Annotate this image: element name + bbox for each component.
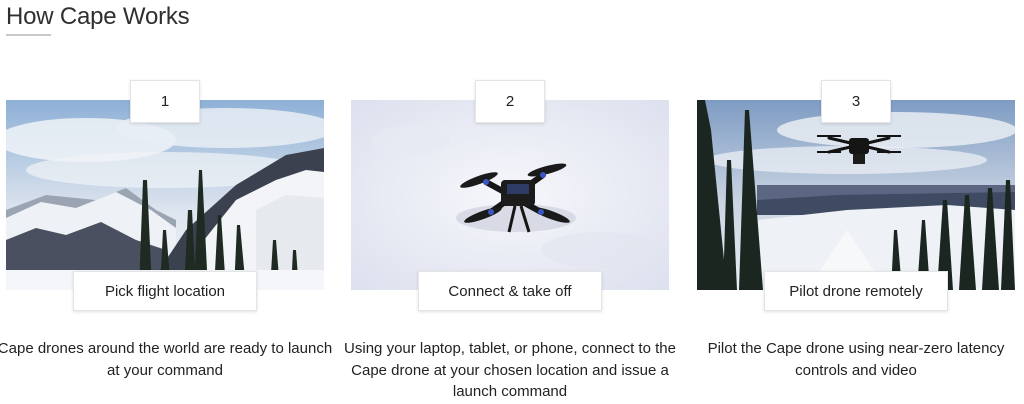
step-description-2: Using your laptop, tablet, or phone, con… bbox=[344, 340, 676, 400]
step-card-2: 2 Connect & take off Using your laptop, … bbox=[344, 80, 676, 404]
step-number-3: 3 bbox=[821, 80, 891, 123]
mountain-photo bbox=[6, 100, 324, 290]
step-card-1: 1 Pick flight location Cape drones aroun… bbox=[0, 80, 332, 404]
drone-on-snow-photo bbox=[351, 100, 669, 290]
step-number-2: 2 bbox=[475, 80, 545, 123]
step-description-3: Pilot the Cape drone using near-zero lat… bbox=[707, 340, 1005, 379]
step-label-1: Pick flight location bbox=[73, 271, 257, 311]
step-number-1: 1 bbox=[130, 80, 200, 123]
step-description-1: Cape drones around the world are ready t… bbox=[0, 340, 333, 379]
step-label-2: Connect & take off bbox=[418, 271, 602, 311]
step-card-3: 3 Pilot drone remotely Pilot the Cape dr… bbox=[697, 80, 1015, 404]
step-label-3: Pilot drone remotely bbox=[764, 271, 948, 311]
title-underline bbox=[6, 34, 51, 36]
drone-flying-photo bbox=[697, 100, 1015, 290]
section-title: How Cape Works bbox=[6, 3, 190, 30]
